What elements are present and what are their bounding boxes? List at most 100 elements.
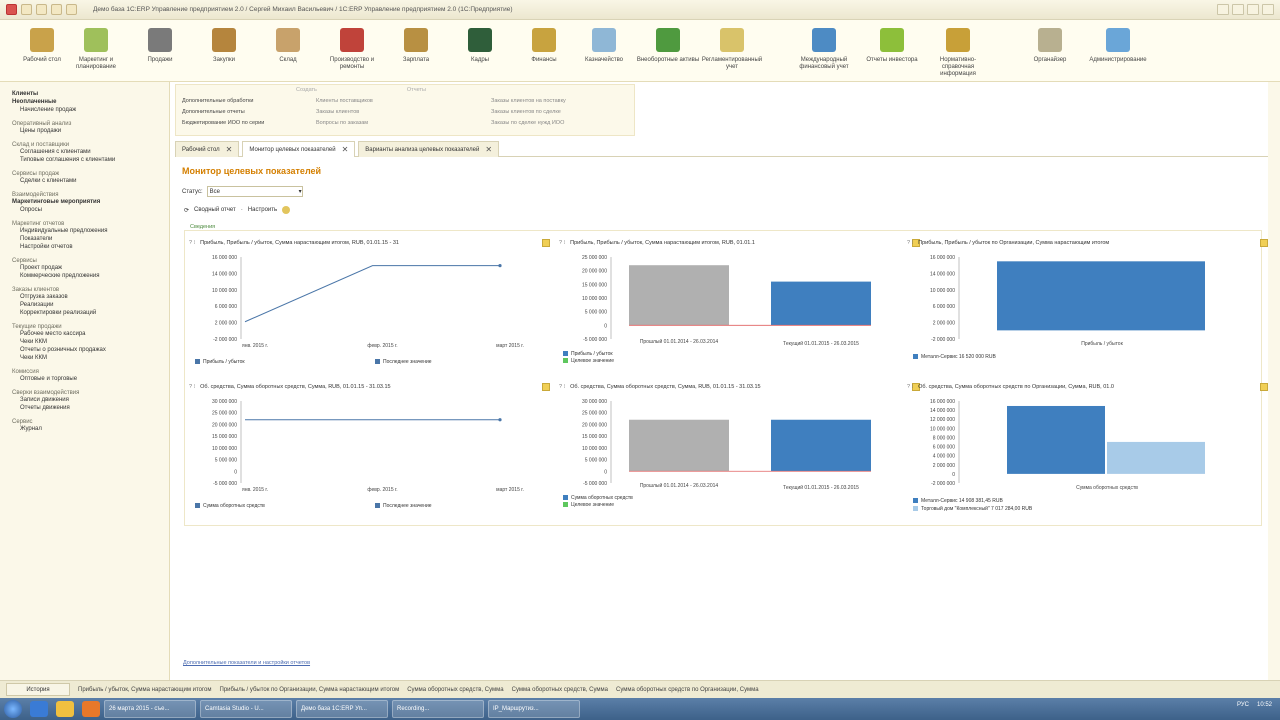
- nav-item[interactable]: Начисление продаж: [12, 106, 169, 114]
- action-link[interactable]: Клиенты поставщиков: [316, 98, 373, 104]
- folder-icon[interactable]: [56, 701, 74, 717]
- section-finance[interactable]: Финансы: [512, 28, 576, 64]
- nav-item[interactable]: Реализации: [12, 301, 169, 309]
- footer-link[interactable]: Дополнительные показатели и настройки от…: [183, 660, 310, 666]
- widget-info-icon[interactable]: ? ⁞: [189, 240, 195, 246]
- nav-item[interactable]: Неоплаченные: [12, 98, 169, 106]
- action-link[interactable]: Заказы клиентов по сделке: [491, 109, 566, 115]
- status-bar-item[interactable]: Сумма оборотных средств, Сумма: [512, 687, 608, 693]
- section-marketing[interactable]: Маркетинг и планирование: [64, 28, 128, 71]
- widget-menu-icon[interactable]: [542, 383, 550, 391]
- help-icon[interactable]: [1217, 4, 1229, 15]
- firefox-icon[interactable]: [82, 701, 100, 717]
- taskbar-task[interactable]: Демо база 1С:ERP Уп...: [296, 700, 388, 718]
- minimize-button[interactable]: [1232, 4, 1244, 15]
- nav-item[interactable]: Отчеты движения: [12, 404, 169, 412]
- maximize-button[interactable]: [1247, 4, 1259, 15]
- nav-item[interactable]: Оптовые и торговые: [12, 375, 169, 383]
- favorites-icon[interactable]: [66, 4, 77, 15]
- section-production[interactable]: Производство и ремонты: [320, 28, 384, 71]
- ie-icon[interactable]: [30, 701, 48, 717]
- section-accounting[interactable]: Регламентированный учет: [700, 28, 764, 71]
- widget-menu-icon[interactable]: [542, 239, 550, 247]
- app-menu-icon[interactable]: [6, 4, 17, 15]
- section-sales[interactable]: Продажи: [128, 28, 192, 64]
- section-label: Кадры: [471, 57, 489, 63]
- close-button[interactable]: [1262, 4, 1274, 15]
- nav-item[interactable]: Проект продаж: [12, 264, 169, 272]
- status-bar-item[interactable]: Сумма оборотных средств по Организации, …: [616, 687, 759, 693]
- nav-item[interactable]: Опросы: [12, 206, 169, 214]
- nav-item[interactable]: Показатели: [12, 235, 169, 243]
- close-icon[interactable]: ✕: [226, 145, 233, 154]
- widget-info-icon[interactable]: ? ⁞: [189, 384, 195, 390]
- section-intl[interactable]: Международный финансовый учет: [792, 28, 856, 71]
- nav-item[interactable]: Сделки с клиентами: [12, 177, 169, 185]
- nav-item[interactable]: Журнал: [12, 425, 169, 433]
- taskbar-task[interactable]: IP_Маршрутиз...: [488, 700, 580, 718]
- section-organizer[interactable]: Органайзер: [1018, 28, 1082, 64]
- nav-item[interactable]: Настройки отчетов: [12, 243, 169, 251]
- section-treasury[interactable]: Казначейство: [572, 28, 636, 64]
- widget-menu-icon[interactable]: [1260, 383, 1268, 391]
- status-select[interactable]: Все ▾: [206, 186, 303, 197]
- section-admin[interactable]: Администрирование: [1086, 28, 1150, 64]
- refresh-icon[interactable]: ⟳: [184, 207, 189, 214]
- start-icon[interactable]: [4, 700, 22, 718]
- legend-label: Металл-Сервис 16 520 000 RUB: [921, 354, 996, 360]
- nav-item[interactable]: Рабочее место кассира: [12, 330, 169, 338]
- section-assets[interactable]: Внеоборотные активы: [636, 28, 700, 64]
- back-icon[interactable]: [21, 4, 32, 15]
- action-link[interactable]: Дополнительные отчеты: [182, 109, 264, 115]
- nav-item[interactable]: Цены продажи: [12, 127, 169, 135]
- y-tick-label: -5 000 000: [213, 481, 237, 487]
- nav-item[interactable]: Отчеты о розничных продажах: [12, 346, 169, 354]
- section-purchases[interactable]: Закупки: [192, 28, 256, 64]
- tab-monitor[interactable]: Монитор целевых показателей ✕: [242, 141, 356, 157]
- action-link[interactable]: Вопросы по заказам: [316, 120, 373, 126]
- taskbar-task[interactable]: Recording...: [392, 700, 484, 718]
- action-link[interactable]: Заказы клиентов на поставку: [491, 98, 566, 104]
- section-salary[interactable]: Зарплата: [384, 28, 448, 64]
- action-link[interactable]: Заказы клиентов: [316, 109, 373, 115]
- home-icon[interactable]: [51, 4, 62, 15]
- widget-menu-icon[interactable]: [1260, 239, 1268, 247]
- taskbar-task[interactable]: 26 марта 2015 - съе...: [104, 700, 196, 718]
- section-hr[interactable]: Кадры: [448, 28, 512, 64]
- nav-item[interactable]: Клиенты: [12, 90, 169, 98]
- history-button[interactable]: История: [6, 683, 70, 696]
- tab-analysis-variants[interactable]: Варианты анализа целевых показателей ✕: [358, 141, 500, 157]
- widget-info-icon[interactable]: ? ⁞: [559, 384, 565, 390]
- setup-button[interactable]: Настроить: [248, 207, 277, 213]
- nav-item[interactable]: Типовые соглашения с клиентами: [12, 156, 169, 164]
- nav-item[interactable]: Индивидуальные предложения: [12, 227, 169, 235]
- section-investor[interactable]: Отчеты инвестора: [860, 28, 924, 64]
- nav-item[interactable]: Чеки ККМ: [12, 354, 169, 362]
- action-link[interactable]: Дополнительные обработки: [182, 98, 264, 104]
- status-bar-item[interactable]: Прибыль / убыток, Сумма нарастающим итог…: [78, 687, 212, 693]
- nav-item[interactable]: Маркетинговые мероприятия: [12, 198, 169, 206]
- close-icon[interactable]: ✕: [485, 145, 492, 154]
- nav-item[interactable]: Корректировки реализаций: [12, 309, 169, 317]
- nav-item[interactable]: Отгрузка заказов: [12, 293, 169, 301]
- section-warehouse[interactable]: Склад: [256, 28, 320, 64]
- status-bar-item[interactable]: Прибыль / убыток по Организации, Сумма н…: [220, 687, 400, 693]
- forward-icon[interactable]: [36, 4, 47, 15]
- summary-report-button[interactable]: Сводный отчет: [194, 207, 236, 213]
- widget-info-icon[interactable]: ? ⁞: [907, 240, 913, 246]
- widget-info-icon[interactable]: ? ⁞: [559, 240, 565, 246]
- settings-icon[interactable]: [282, 206, 291, 214]
- action-link[interactable]: Бюджетирование ИОО по серии: [182, 120, 264, 126]
- action-link[interactable]: Заказы по сделке нужд ИОО: [491, 120, 566, 126]
- nav-item[interactable]: Соглашения с клиентами: [12, 148, 169, 156]
- nav-item[interactable]: Записи движения: [12, 396, 169, 404]
- widget-info-icon[interactable]: ? ⁞: [907, 384, 913, 390]
- taskbar-task[interactable]: Camtasia Studio - U...: [200, 700, 292, 718]
- close-icon[interactable]: ✕: [342, 145, 349, 154]
- tab-desktop[interactable]: Рабочий стол ✕: [175, 141, 240, 157]
- nav-item[interactable]: Чеки ККМ: [12, 338, 169, 346]
- section-reference[interactable]: Нормативно-справочная информация: [926, 28, 990, 78]
- language-indicator[interactable]: РУС: [1237, 702, 1249, 708]
- status-bar-item[interactable]: Сумма оборотных средств, Сумма: [407, 687, 503, 693]
- nav-item[interactable]: Коммерческие предложения: [12, 272, 169, 280]
